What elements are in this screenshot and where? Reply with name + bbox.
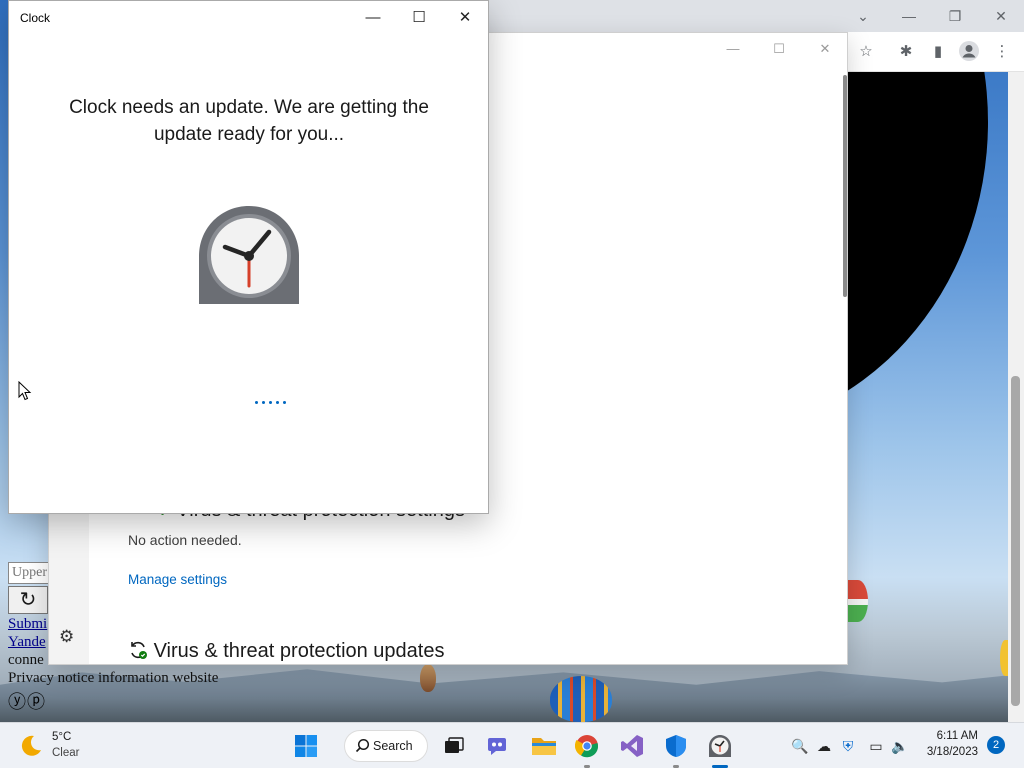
clock-app-icon[interactable] <box>705 731 735 761</box>
settings-gear-icon[interactable]: ⚙ <box>59 627 74 647</box>
weather-temperature[interactable]: 5°C <box>52 731 71 743</box>
reload-button[interactable]: ↻ <box>8 586 48 614</box>
alarm-clock-icon <box>197 203 301 307</box>
network-icon[interactable]: ▭ <box>866 736 886 756</box>
upper-input[interactable]: Upper <box>8 562 50 584</box>
clock-minimize-button[interactable]: — <box>350 5 396 31</box>
file-explorer-icon[interactable] <box>529 731 559 761</box>
submit-link[interactable]: Submi <box>8 616 47 633</box>
security-minimize-button[interactable]: — <box>710 39 756 59</box>
privacy-notice-text: Privacy notice information website <box>8 670 219 686</box>
browser-minimize-button[interactable]: — <box>886 4 932 28</box>
taskbar-search-button[interactable]: Search <box>344 730 428 762</box>
onedrive-offline-icon[interactable]: ☁ <box>814 736 834 756</box>
chrome-icon[interactable] <box>572 731 602 761</box>
clock-window-title: Clock <box>20 11 51 25</box>
clock-close-button[interactable]: ✕ <box>442 5 488 31</box>
logo-icons: ⓨⓟ <box>8 692 46 712</box>
update-message: Clock needs an update. We are getting th… <box>69 97 429 145</box>
security-status-icon[interactable]: ⛨ <box>838 736 858 756</box>
threat-updates-heading: Virus & threat protection updates <box>128 640 444 663</box>
security-maximize-button[interactable]: ☐ <box>756 39 802 59</box>
update-sync-icon <box>128 640 154 662</box>
start-button[interactable] <box>291 731 321 761</box>
security-scrollbar[interactable] <box>843 75 847 297</box>
browser-restore-button[interactable]: ❐ <box>932 4 978 28</box>
windows-security-shield-icon[interactable] <box>661 731 691 761</box>
taskbar-time[interactable]: 6:11 AM <box>906 730 978 742</box>
taskbar-date[interactable]: 3/18/2023 <box>906 746 978 758</box>
task-view-icon[interactable] <box>439 731 469 761</box>
clock-window: Clock — ☐ ✕ Clock needs an update. We ar… <box>8 0 489 514</box>
search-icon <box>355 738 370 756</box>
security-close-button[interactable]: ✕ <box>802 39 848 59</box>
threat-settings-status: No action needed. <box>128 532 242 548</box>
taskbar: 5°C Clear Search 🔍 ☁ ⛨ ▭ 🔈 6:11 AM 3/18/… <box>0 722 1024 768</box>
page-black-graphic <box>848 72 1008 422</box>
extensions-puzzle-icon[interactable]: ✱ <box>894 40 918 64</box>
visual-studio-icon[interactable] <box>617 731 647 761</box>
browser-menu-icon[interactable]: ⋮ <box>990 40 1014 64</box>
browser-close-button[interactable]: ✕ <box>978 4 1024 28</box>
teams-chat-icon[interactable] <box>484 731 514 761</box>
profile-avatar-icon[interactable] <box>957 40 981 64</box>
side-panel-icon[interactable]: ▮ <box>926 40 950 64</box>
yandex-link[interactable]: Yande <box>8 634 46 651</box>
connect-text: conne <box>8 652 44 668</box>
weather-moon-icon[interactable] <box>18 733 44 759</box>
loading-dots <box>255 401 286 404</box>
page-scrollbar-thumb[interactable] <box>1011 376 1020 706</box>
notification-badge[interactable]: 2 <box>987 736 1005 754</box>
magnifier-key-icon[interactable]: 🔍 <box>790 736 810 756</box>
bookmark-star-icon[interactable]: ☆ <box>854 40 878 64</box>
mouse-cursor-icon <box>18 380 32 401</box>
browser-tab-search-icon[interactable]: ⌄ <box>840 4 886 28</box>
search-label: Search <box>373 739 413 753</box>
manage-settings-link[interactable]: Manage settings <box>128 572 227 587</box>
clock-maximize-button[interactable]: ☐ <box>396 5 442 31</box>
weather-condition[interactable]: Clear <box>52 747 79 759</box>
